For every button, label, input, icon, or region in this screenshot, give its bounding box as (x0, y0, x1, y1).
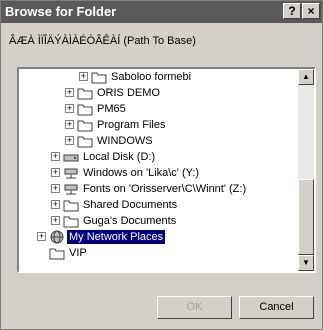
prompt-text: ÂÆÀ ÌÏÎÄÝÀÌÀÉÒÂÊÀÍ (Path To Base) (9, 35, 196, 47)
expand-toggle[interactable]: + (65, 104, 74, 113)
tree-item-label: Windows on 'Lika\c' (Y:) (83, 167, 200, 179)
scroll-down-button[interactable]: ▼ (298, 255, 314, 271)
expand-toggle[interactable]: + (65, 120, 74, 129)
network-drive-icon (64, 184, 78, 195)
drive-icon (63, 154, 79, 162)
expand-toggle[interactable]: + (51, 168, 60, 177)
title-bar: Browse for Folder ? × (1, 1, 322, 23)
folder-icon (63, 200, 79, 212)
tree-item-label: VIP (69, 247, 87, 259)
folder-icon (77, 88, 93, 100)
tree-item-label: Fonts on 'Orisserver\C\Winnt' (Z:) (83, 183, 247, 195)
folder-tree[interactable]: + Saboloo formebi + ORIS DEMO + PM65 + P… (17, 67, 316, 273)
folder-icon (49, 248, 65, 260)
expand-toggle[interactable]: + (51, 152, 60, 161)
folder-icon (91, 72, 107, 84)
vertical-scrollbar[interactable]: ▲ ▼ (298, 69, 314, 271)
help-button[interactable]: ? (283, 3, 301, 19)
expand-toggle[interactable]: + (51, 184, 60, 193)
cancel-button[interactable]: Cancel (239, 296, 314, 319)
tree-item-label: Shared Documents (83, 199, 178, 211)
folder-icon (63, 216, 79, 228)
tree-item-label: Saboloo formebi (111, 71, 192, 83)
expand-toggle[interactable]: + (65, 136, 74, 145)
tree-item-label: PM65 (97, 103, 126, 115)
browse-folder-dialog: Browse for Folder ? × ÂÆÀ ÌÏÎÄÝÀÌÀÉÒÂÊÀÍ… (0, 0, 323, 330)
ok-button[interactable]: OK (157, 296, 232, 319)
tree-rows: + Saboloo formebi + ORIS DEMO + PM65 + P… (19, 69, 298, 271)
folder-icon (77, 120, 93, 132)
tree-item-label: My Network Places (67, 230, 166, 244)
expand-toggle[interactable]: + (51, 216, 60, 225)
tree-item-label: WINDOWS (97, 135, 153, 147)
expand-toggle[interactable]: + (37, 232, 46, 241)
scroll-thumb[interactable] (298, 179, 314, 255)
expand-toggle[interactable]: + (65, 88, 74, 97)
tree-item-label: Program Files (97, 119, 166, 131)
tree-item-label: Guga's Documents (83, 215, 177, 227)
dialog-title: Browse for Folder (5, 4, 117, 19)
expand-toggle[interactable]: + (79, 72, 88, 81)
expand-toggle[interactable]: + (51, 200, 60, 209)
tree-item-label: Local Disk (D:) (83, 151, 156, 163)
tree-item-label: ORIS DEMO (97, 87, 160, 99)
folder-icon (77, 104, 93, 116)
network-drive-icon (64, 168, 78, 179)
scroll-up-button[interactable]: ▲ (298, 69, 314, 85)
close-button[interactable]: × (302, 3, 320, 19)
network-places-icon (50, 230, 64, 244)
folder-icon (77, 136, 93, 148)
